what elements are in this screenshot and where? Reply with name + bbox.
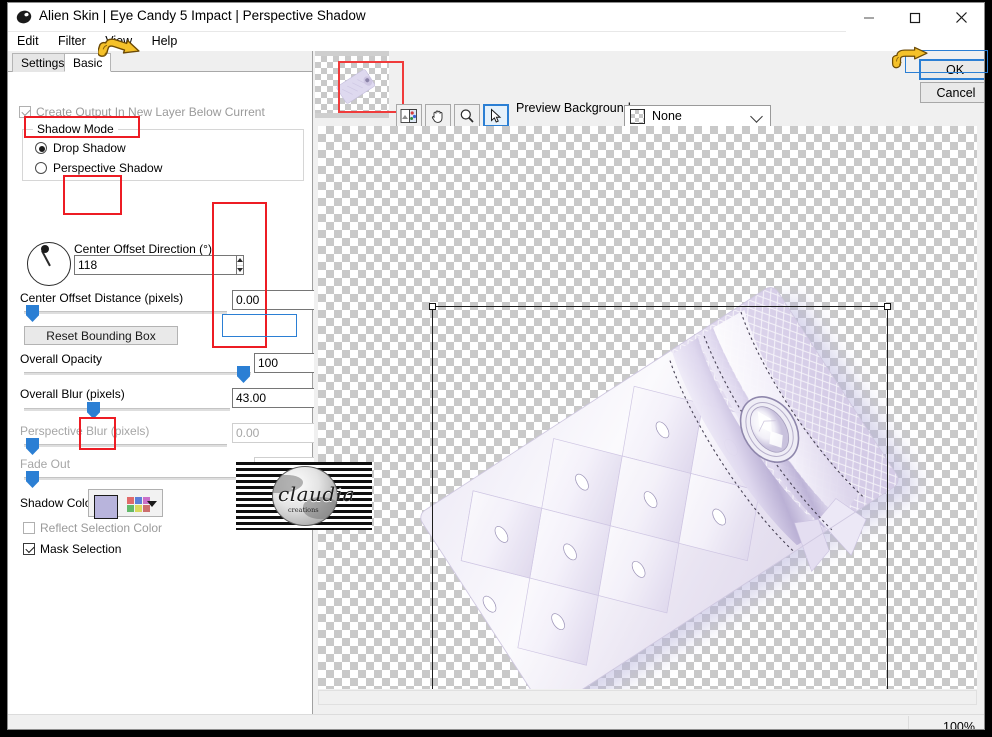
checkbox-glyph [19,106,31,118]
dial-knob [41,245,49,253]
watermark-subtext: creations [288,506,319,514]
window-controls [846,3,984,32]
compare-preview-icon[interactable] [396,104,422,127]
menu-bar: Edit Filter View Help [8,32,984,51]
create-output-label: Create Output In New Layer Below Current [36,105,265,119]
handle-top-left[interactable] [429,303,436,310]
preview-background-select[interactable]: None [624,105,771,127]
window-title: Alien Skin | Eye Candy 5 Impact | Perspe… [39,8,366,23]
preview-canvas[interactable] [318,126,977,689]
maximize-button[interactable] [892,3,938,32]
fade-out-slider [24,471,251,488]
center-offset-direction-dial[interactable] [27,242,71,286]
preview-background-value: None [652,109,682,123]
checkbox-glyph [23,543,35,555]
slider-thumb [26,471,39,488]
watermark-text: claudia [278,482,356,506]
shadow-mode-title: Shadow Mode [33,122,118,136]
pointing-hand-cursor [98,38,140,57]
magnifier-zoom-icon[interactable] [454,104,480,127]
mask-selection-checkbox[interactable]: Mask Selection [23,542,121,556]
zoom-level-text: 100% [943,720,975,730]
application-window: Alien Skin | Eye Candy 5 Impact | Perspe… [7,2,985,730]
spin-down[interactable] [237,266,243,275]
reflect-selection-color-checkbox: Reflect Selection Color [23,521,162,535]
center-offset-direction-label: Center Offset Direction (°) [74,242,212,256]
perspective-blur-input [232,423,402,443]
settings-panel: Settings Basic Create Output In New Laye… [8,51,424,714]
overall-opacity-label: Overall Opacity [20,352,103,366]
preview-background-label: Preview Background: [516,101,635,115]
center-offset-distance-slider[interactable] [24,305,227,322]
selection-bounding-box[interactable] [429,303,891,689]
create-output-checkbox[interactable]: Create Output In New Layer Below Current [19,105,265,119]
pointing-hand-cursor [891,46,928,69]
overall-opacity-input[interactable] [254,353,424,373]
shadow-color-label: Shadow Color [20,496,96,510]
overall-opacity-slider[interactable] [24,366,251,383]
radio-glyph-selected [35,142,47,154]
center-offset-direction-input[interactable] [74,255,244,275]
radio-glyph [35,162,47,174]
radio-perspective-shadow[interactable]: Perspective Shadow [35,161,162,175]
menu-filter[interactable]: Filter [58,33,94,49]
screenshot-root: Alien Skin | Eye Candy 5 Impact | Perspe… [0,0,992,737]
slider-track [24,311,227,314]
direction-value-field[interactable] [74,255,237,275]
direction-spinner[interactable] [237,255,244,275]
shadow-color-swatch[interactable] [94,495,118,519]
overall-blur-slider[interactable] [24,402,230,419]
status-bar: 100% [8,714,984,730]
menu-help[interactable]: Help [152,33,186,49]
thumbnail-selection-rect[interactable] [338,61,404,113]
slider-thumb[interactable] [87,402,100,419]
watermark-overlay: claudia creations [236,462,372,530]
center-offset-distance-input[interactable] [232,290,402,310]
reset-bounding-box-button[interactable]: Reset Bounding Box [24,326,178,345]
shadow-mode-group: Shadow Mode Drop Shadow Perspective Shad… [22,122,304,181]
hand-pan-icon[interactable] [425,104,451,127]
handle-top-right[interactable] [884,303,891,310]
mask-selection-label: Mask Selection [40,542,122,556]
transparency-swatch-icon [630,108,645,124]
slider-thumb[interactable] [26,305,39,322]
title-bar: Alien Skin | Eye Candy 5 Impact | Perspe… [8,3,984,32]
slider-thumb [26,438,39,455]
navigator-thumbnail[interactable] [315,51,404,118]
vertical-scrollbar[interactable] [977,126,984,689]
reflect-selection-color-label: Reflect Selection Color [40,521,163,535]
preview-toolbar: Preview Background: None OK Cancel [314,51,984,127]
chevron-down-icon[interactable] [147,501,157,507]
slider-track [24,444,227,447]
fade-out-label: Fade Out [20,457,71,471]
drop-shadow-label: Drop Shadow [53,141,126,155]
checkbox-glyph [23,522,35,534]
slider-track [24,408,230,411]
dial-needle [41,250,51,267]
shadow-color-control[interactable] [88,489,163,519]
slider-thumb[interactable] [237,366,250,383]
slider-track [24,372,251,375]
chevron-down-icon[interactable] [750,110,763,123]
preview-area: Preview Background: None OK Cancel [314,51,984,729]
tab-strip: Settings Basic [8,51,312,72]
dialog-body: Settings Basic Create Output In New Laye… [8,51,984,729]
cancel-button[interactable]: Cancel [920,82,984,103]
spin-up[interactable] [237,256,243,266]
horizontal-scrollbar[interactable] [318,690,977,705]
menu-edit[interactable]: Edit [17,33,47,49]
perspective-blur-label: Perspective Blur (pixels) [20,424,150,438]
radio-drop-shadow[interactable]: Drop Shadow [35,141,126,155]
center-offset-distance-label: Center Offset Distance (pixels) [20,291,184,305]
perspective-blur-slider [24,438,227,455]
basic-tab-content: Create Output In New Layer Below Current… [8,72,424,713]
perspective-shadow-label: Perspective Shadow [53,161,163,175]
slider-track [24,477,251,480]
arrow-select-icon[interactable] [483,104,509,127]
overall-blur-input[interactable] [232,388,402,408]
overall-blur-label: Overall Blur (pixels) [20,387,125,401]
minimize-button[interactable] [846,3,892,32]
alien-skin-icon [16,9,32,25]
close-button[interactable] [938,3,984,32]
